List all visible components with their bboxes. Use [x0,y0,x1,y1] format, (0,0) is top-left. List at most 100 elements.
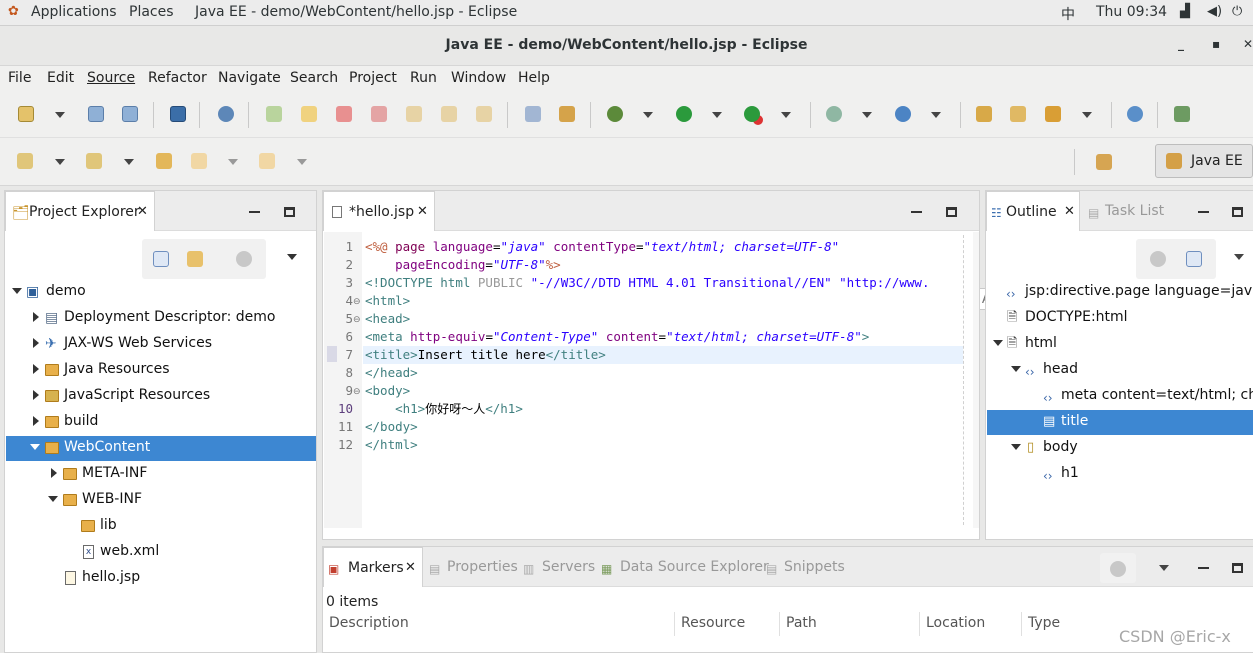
console-icon[interactable] [170,106,186,122]
collapse-html-icon[interactable] [993,340,1003,346]
save-all-icon[interactable] [122,106,138,122]
new-class-dropdown-icon[interactable] [931,112,941,118]
menu-file[interactable]: File [8,70,31,86]
minimize-window-button[interactable]: _ [1178,37,1184,51]
network-icon[interactable]: ▟ [1180,4,1190,19]
expand-deployment-descriptor-icon[interactable] [33,312,39,322]
tree-item-meta-inf[interactable]: META-INF [82,465,147,481]
disconnect-icon[interactable] [371,106,387,122]
resume-icon[interactable] [266,106,282,122]
column-type[interactable]: Type [1022,612,1112,636]
outline-item-h1[interactable]: h1 [1061,465,1079,481]
new-icon[interactable] [18,106,34,122]
collapse-all-icon[interactable] [1186,251,1202,267]
debug-dropdown-icon[interactable] [643,112,653,118]
active-window-title[interactable]: Java EE - demo/WebContent/hello.jsp - Ec… [195,4,517,20]
forward-icon[interactable] [259,153,275,169]
new-server-dropdown-icon[interactable] [862,112,872,118]
open-type-icon[interactable] [976,106,992,122]
outline-tab[interactable]: ☷ Outline ✕ [986,191,1080,231]
column-location[interactable]: Location [920,612,1022,636]
step-over-icon[interactable] [441,106,457,122]
project-explorer-tab[interactable]: 🗂 Project Explorer ✕ [5,191,155,231]
fold-icon[interactable]: ⊖ [353,295,361,309]
expand-jaxws-icon[interactable] [33,338,39,348]
new-server-icon[interactable] [826,106,842,122]
fold-icon[interactable]: ⊖ [353,313,361,327]
maximize-window-button[interactable]: ▪ [1212,37,1220,51]
java-ee-perspective-button[interactable]: Java EE [1155,144,1253,178]
data-source-explorer-tab[interactable]: Data Source Explorer [620,559,769,575]
expand-javascript-resources-icon[interactable] [33,390,39,400]
code-line-7[interactable]: <title>Insert title here</title> [365,346,606,364]
close-window-button[interactable]: ✕ [1243,37,1253,51]
skip-breakpoints-icon[interactable] [218,106,234,122]
servers-tab[interactable]: Servers [542,559,595,575]
back-icon[interactable] [191,153,207,169]
web-services-icon[interactable] [1174,106,1190,122]
maximize-editor-icon[interactable] [946,207,957,217]
forward-dropdown-icon[interactable] [297,159,307,165]
minimize-view-icon[interactable] [1198,211,1209,213]
menu-search[interactable]: Search [290,70,338,86]
tree-item-build[interactable]: build [64,413,98,429]
outline-item-body[interactable]: body [1043,439,1078,455]
tree-item-deployment-descriptor[interactable]: Deployment Descriptor: demo [64,309,275,325]
collapse-web-inf-icon[interactable] [48,496,58,502]
tree-item-web-xml[interactable]: web.xml [100,543,159,559]
outline-item-head[interactable]: head [1043,361,1078,377]
maximize-view-icon[interactable] [284,207,295,217]
close-tab-icon[interactable]: ✕ [137,204,148,219]
minimize-view-icon[interactable] [1198,567,1209,569]
tree-item-javascript-resources[interactable]: JavaScript Resources [64,387,210,403]
menu-refactor[interactable]: Refactor [148,70,207,86]
search-tool-icon[interactable] [1045,106,1061,122]
column-resource[interactable]: Resource [675,612,780,636]
power-icon[interactable]: ⏻ [1232,4,1242,19]
collapse-all-icon[interactable] [153,251,169,267]
next-annotation-dropdown-icon[interactable] [55,159,65,165]
markers-tab[interactable]: ▣ Markers ✕ [323,547,423,587]
tree-item-java-resources[interactable]: Java Resources [64,361,170,377]
code-line-1[interactable]: <%@ page language="java" contentType="te… [365,238,839,256]
code-line-10[interactable]: <h1>你好呀～人</h1> [365,400,523,418]
code-line-3[interactable]: <!DOCTYPE html PUBLIC "-//W3C//DTD HTML … [365,274,929,292]
collapse-webcontent-icon[interactable] [30,444,40,450]
code-line-6[interactable]: <meta http-equiv="Content-Type" content=… [365,328,869,346]
step-into-icon[interactable] [406,106,422,122]
menu-project[interactable]: Project [349,70,397,86]
terminate-icon[interactable] [336,106,352,122]
volume-icon[interactable]: ◀) [1207,4,1222,19]
collapse-head-icon[interactable] [1011,366,1021,372]
menu-help[interactable]: Help [518,70,550,86]
expand-build-icon[interactable] [33,416,39,426]
column-description[interactable]: Description [323,612,675,636]
fold-icon[interactable]: ⊖ [353,385,361,399]
browser-icon[interactable] [1127,106,1143,122]
close-tab-icon[interactable]: ✕ [1064,204,1075,219]
open-perspective-icon[interactable] [1096,154,1112,170]
expand-demo-icon[interactable] [12,288,22,294]
debug-icon[interactable] [607,106,623,122]
maximize-view-icon[interactable] [1232,207,1243,217]
save-icon[interactable] [88,106,104,122]
outline-item-page-directive[interactable]: jsp:directive.page language=java [1025,283,1253,299]
code-line-8[interactable]: </head> [365,364,418,382]
use-step-filters-icon[interactable] [559,106,575,122]
code-line-4[interactable]: <html> [365,292,410,310]
close-tab-icon[interactable]: ✕ [417,204,428,219]
editor-tab-hello-jsp[interactable]: *hello.jsp ✕ [323,191,435,231]
suspend-icon[interactable] [301,106,317,122]
next-annotation-icon[interactable] [17,153,33,169]
outline-item-title[interactable]: title [1061,413,1088,429]
menu-source[interactable]: Source [87,70,135,86]
code-line-2[interactable]: pageEncoding="UTF-8"%> [365,256,561,274]
applications-menu[interactable]: Applications [31,4,117,20]
tree-item-jaxws[interactable]: JAX-WS Web Services [64,335,212,351]
tree-item-lib[interactable]: lib [100,517,117,533]
tree-item-web-inf[interactable]: WEB-INF [82,491,142,507]
run-dropdown-icon[interactable] [712,112,722,118]
link-with-editor-icon[interactable] [187,251,203,267]
collapse-body-icon[interactable] [1011,444,1021,450]
last-edit-location-icon[interactable] [156,153,172,169]
